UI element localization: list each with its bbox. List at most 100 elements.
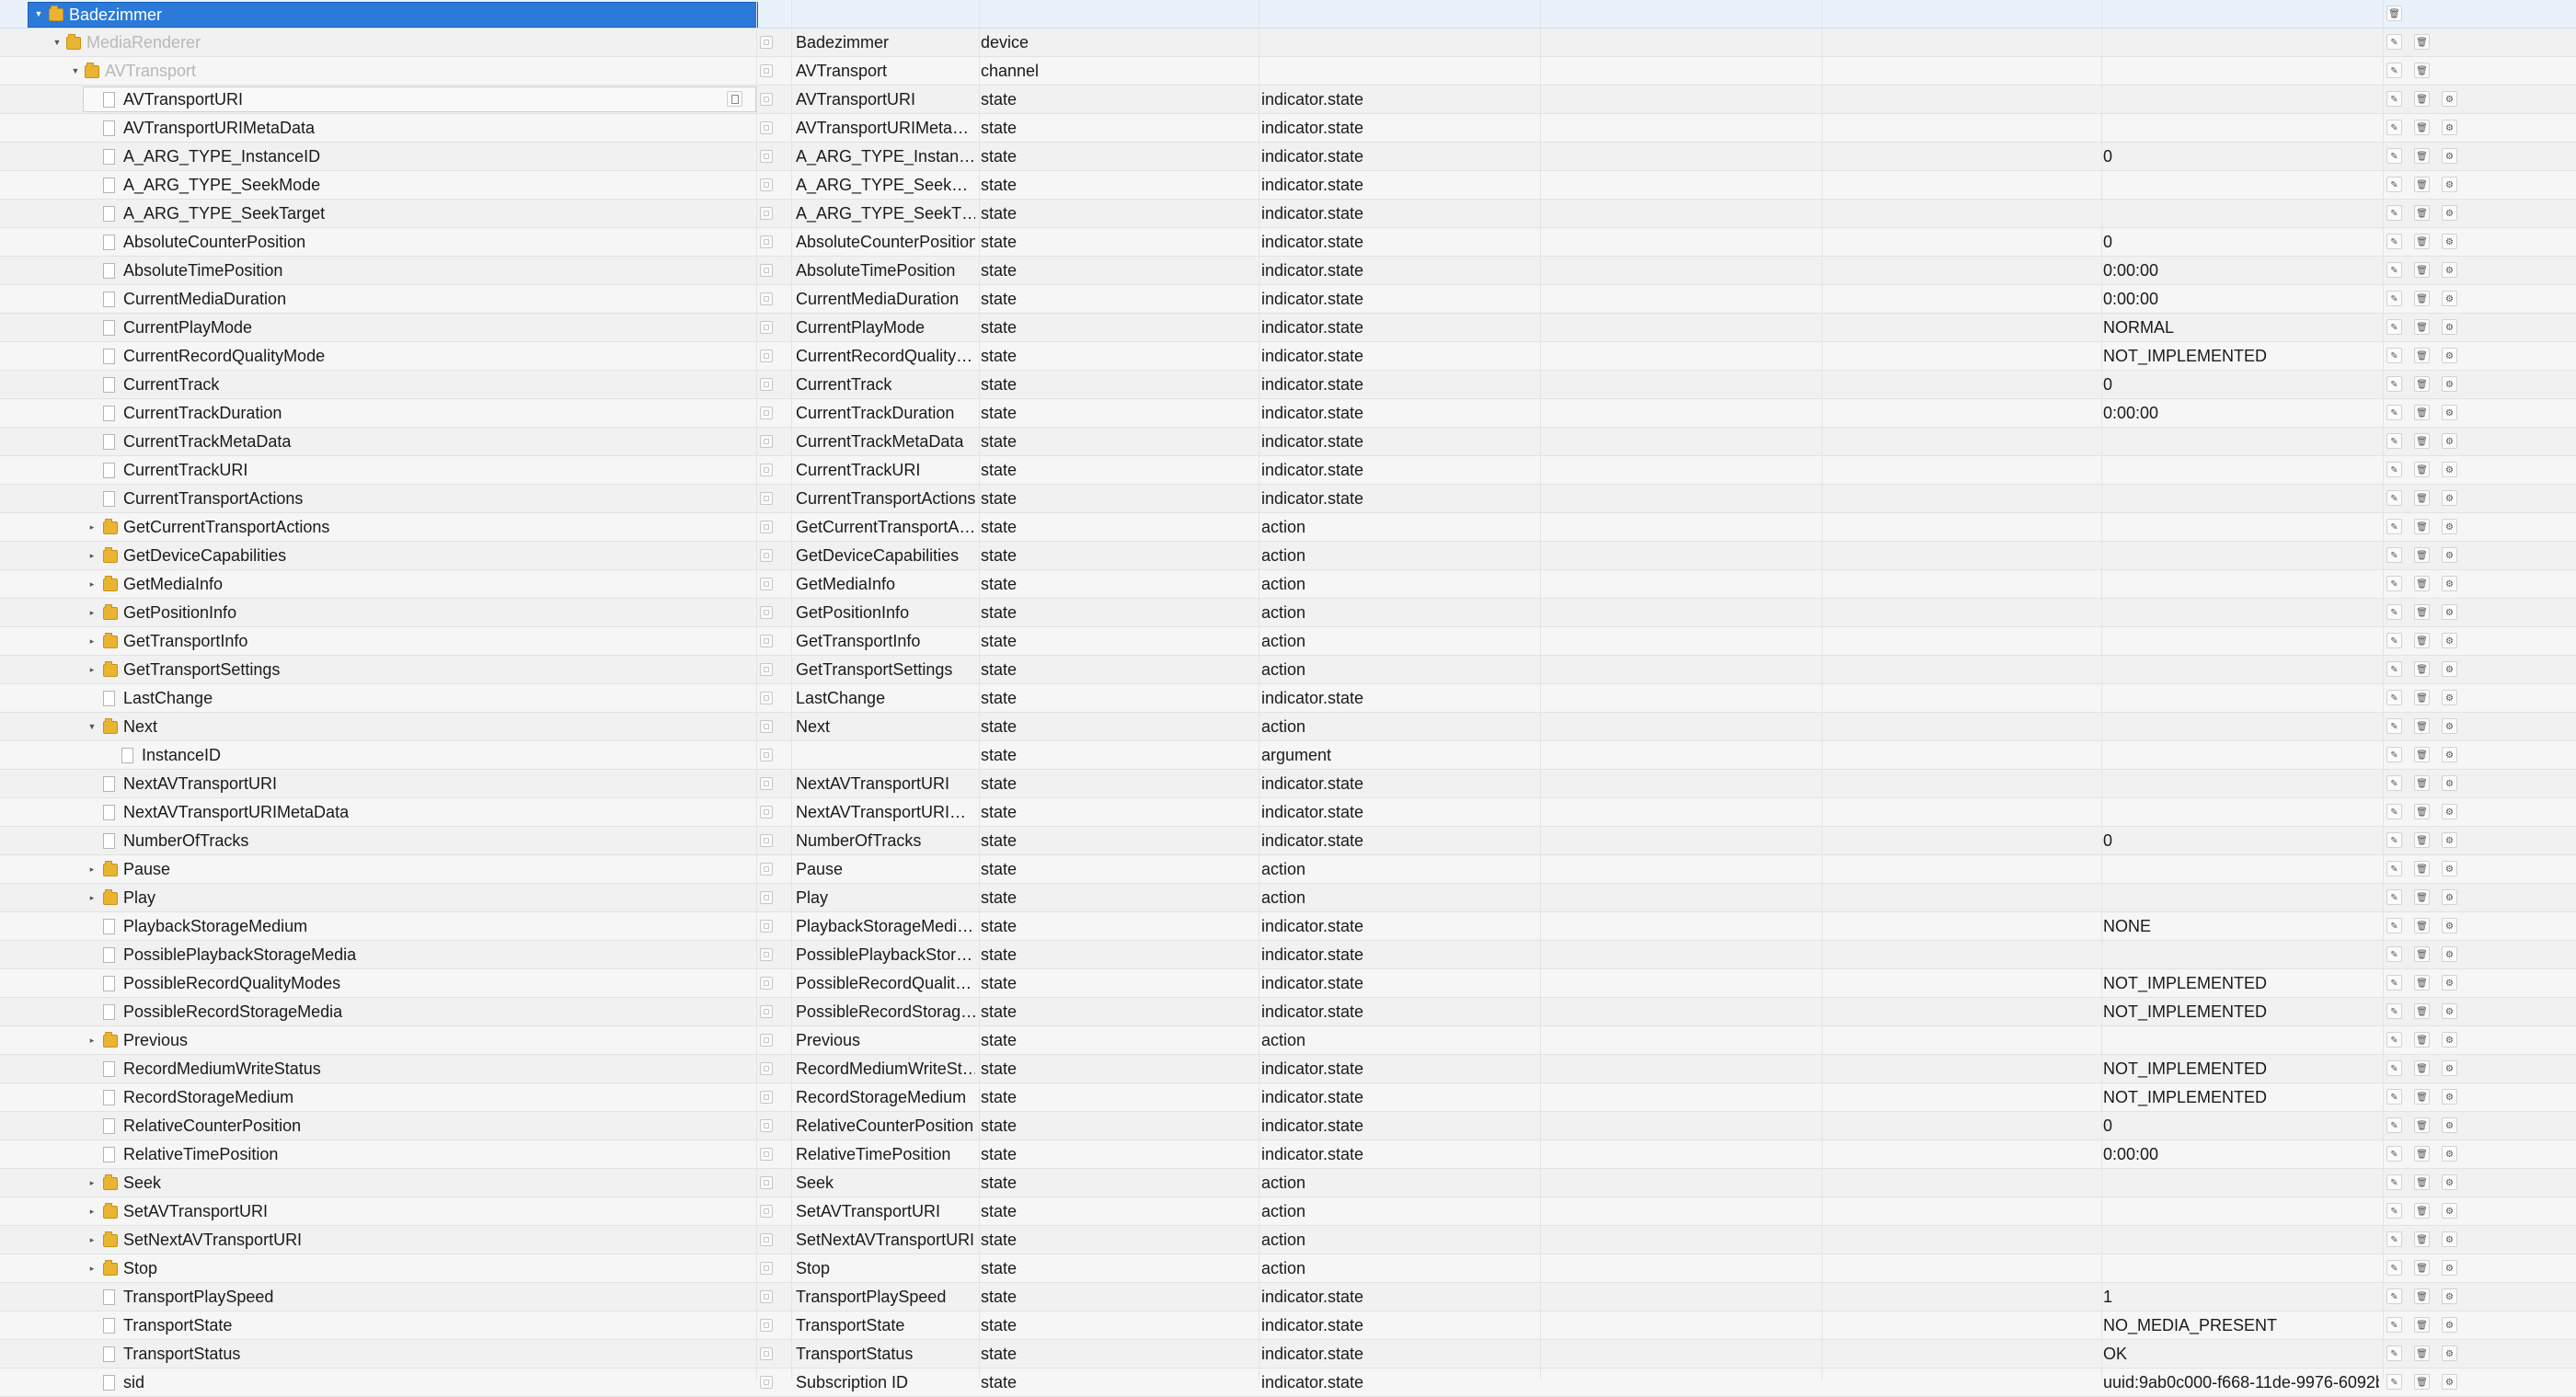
table-row[interactable]: ▼ Next Next state action ✎ 🗑 ⚙ — [0, 713, 2576, 741]
delete-icon[interactable]: 🗑 — [2414, 34, 2430, 50]
edit-icon[interactable]: ✎ — [2386, 576, 2402, 591]
settings-icon[interactable]: ⚙ — [2442, 1003, 2457, 1019]
settings-icon[interactable]: ⚙ — [2442, 832, 2457, 848]
edit-icon[interactable]: ✎ — [2386, 462, 2402, 477]
delete-icon[interactable]: 🗑 — [2414, 1317, 2430, 1333]
table-row[interactable]: ▸ GetMediaInfo GetMediaInfo state action ✎ 🗑 ⚙ — [0, 570, 2576, 599]
delete-icon[interactable]: 🗑 — [2414, 832, 2430, 848]
table-row[interactable]: TransportPlaySpeed TransportPlaySpeed stat… — [0, 1283, 2576, 1311]
table-row[interactable]: A_ARG_TYPE_SeekMode A_ARG_TYPE_Seek… state… — [0, 171, 2576, 200]
delete-icon[interactable]: 🗑 — [2414, 747, 2430, 762]
settings-icon[interactable]: ⚙ — [2442, 1374, 2457, 1390]
edit-icon[interactable]: ✎ — [2386, 348, 2402, 363]
settings-icon[interactable]: ⚙ — [2442, 1060, 2457, 1076]
settings-icon[interactable]: ⚙ — [2442, 1146, 2457, 1162]
edit-icon[interactable]: ✎ — [2386, 1117, 2402, 1133]
settings-icon[interactable]: ⚙ — [2442, 262, 2457, 278]
table-row[interactable]: ▸ SetAVTransportURI SetAVTransportURI state… — [0, 1197, 2576, 1226]
settings-icon[interactable]: ⚙ — [2442, 319, 2457, 335]
table-row[interactable]: NextAVTransportURI NextAVTransportURI stat… — [0, 770, 2576, 798]
edit-icon[interactable]: ✎ — [2386, 319, 2402, 335]
expand-icon[interactable]: ▸ — [86, 627, 98, 655]
edit-icon[interactable]: ✎ — [2386, 804, 2402, 819]
settings-icon[interactable]: ⚙ — [2442, 661, 2457, 677]
settings-icon[interactable]: ⚙ — [2442, 690, 2457, 705]
expand-icon[interactable]: ▸ — [86, 1226, 98, 1254]
table-row[interactable]: AVTransportURI AVTransportURI state indicat… — [0, 86, 2576, 114]
delete-icon[interactable]: 🗑 — [2414, 946, 2430, 962]
settings-icon[interactable]: ⚙ — [2442, 148, 2457, 164]
delete-icon[interactable]: 🗑 — [2414, 633, 2430, 648]
delete-icon[interactable]: 🗑 — [2414, 91, 2430, 107]
selected-root-node[interactable]: Badezimmer — [28, 2, 758, 28]
settings-icon[interactable]: ⚙ — [2442, 376, 2457, 392]
delete-icon[interactable]: 🗑 — [2414, 262, 2430, 278]
table-row[interactable]: NextAVTransportURIMetaData NextAVTranspor… — [0, 798, 2576, 827]
expand-icon[interactable]: ▸ — [86, 1197, 98, 1225]
table-row[interactable]: ▸ Seek Seek state action ✎ 🗑 ⚙ — [0, 1169, 2576, 1197]
table-row[interactable]: ▸ Stop Stop state action ✎ 🗑 ⚙ — [0, 1254, 2576, 1283]
delete-icon[interactable]: 🗑 — [2386, 6, 2402, 21]
edit-icon[interactable]: ✎ — [2386, 519, 2402, 534]
settings-icon[interactable]: ⚙ — [2442, 604, 2457, 620]
settings-icon[interactable]: ⚙ — [2442, 120, 2457, 135]
table-row[interactable]: TransportState TransportState state indicat… — [0, 1311, 2576, 1340]
settings-icon[interactable]: ⚙ — [2442, 433, 2457, 449]
delete-icon[interactable]: 🗑 — [2414, 1003, 2430, 1019]
settings-icon[interactable]: ⚙ — [2442, 462, 2457, 477]
table-row[interactable]: PossibleRecordQualityModes PossibleRecord… — [0, 969, 2576, 998]
edit-icon[interactable]: ✎ — [2386, 1174, 2402, 1190]
table-row[interactable]: ▸ GetTransportInfo GetTransportInfo state ac… — [0, 627, 2576, 656]
edit-icon[interactable]: ✎ — [2386, 747, 2402, 762]
delete-icon[interactable]: 🗑 — [2414, 576, 2430, 591]
edit-icon[interactable]: ✎ — [2386, 1032, 2402, 1048]
settings-icon[interactable]: ⚙ — [2442, 946, 2457, 962]
expand-icon[interactable]: ▸ — [86, 513, 98, 541]
edit-icon[interactable]: ✎ — [2386, 1288, 2402, 1304]
delete-icon[interactable]: 🗑 — [2414, 1032, 2430, 1048]
edit-icon[interactable]: ✎ — [2386, 1089, 2402, 1105]
edit-icon[interactable]: ✎ — [2386, 63, 2402, 78]
tree-row-channel[interactable]: ▼ AVTransport AVTransport channel ✎ 🗑 — [0, 57, 2576, 86]
delete-icon[interactable]: 🗑 — [2414, 604, 2430, 620]
expand-icon[interactable]: ▸ — [86, 542, 98, 569]
settings-icon[interactable]: ⚙ — [2442, 775, 2457, 791]
settings-icon[interactable]: ⚙ — [2442, 177, 2457, 192]
delete-icon[interactable]: 🗑 — [2414, 1089, 2430, 1105]
settings-icon[interactable]: ⚙ — [2442, 1260, 2457, 1276]
settings-icon[interactable]: ⚙ — [2442, 747, 2457, 762]
collapse-icon[interactable]: ▼ — [70, 57, 81, 85]
expand-icon[interactable]: ▸ — [86, 570, 98, 598]
table-row[interactable]: PossibleRecordStorageMedia PossibleRecord… — [0, 998, 2576, 1026]
delete-icon[interactable]: 🗑 — [2414, 1117, 2430, 1133]
table-row[interactable]: ▸ GetPositionInfo GetPositionInfo state acti… — [0, 599, 2576, 627]
settings-icon[interactable]: ⚙ — [2442, 1231, 2457, 1247]
table-row[interactable]: CurrentTrackMetaData CurrentTrackMetaData… — [0, 428, 2576, 456]
edit-icon[interactable]: ✎ — [2386, 861, 2402, 876]
delete-icon[interactable]: 🗑 — [2414, 1231, 2430, 1247]
edit-icon[interactable]: ✎ — [2386, 1231, 2402, 1247]
settings-icon[interactable]: ⚙ — [2442, 1032, 2457, 1048]
edit-icon[interactable]: ✎ — [2386, 490, 2402, 506]
settings-icon[interactable]: ⚙ — [2442, 1174, 2457, 1190]
expand-icon[interactable]: ▸ — [86, 656, 98, 683]
settings-icon[interactable]: ⚙ — [2442, 1317, 2457, 1333]
settings-icon[interactable]: ⚙ — [2442, 234, 2457, 249]
delete-icon[interactable]: 🗑 — [2414, 205, 2430, 221]
expand-icon[interactable]: ▸ — [86, 1169, 98, 1197]
delete-icon[interactable]: 🗑 — [2414, 1203, 2430, 1219]
edit-icon[interactable]: ✎ — [2386, 91, 2402, 107]
settings-icon[interactable]: ⚙ — [2442, 91, 2457, 107]
settings-icon[interactable]: ⚙ — [2442, 348, 2457, 363]
edit-icon[interactable]: ✎ — [2386, 433, 2402, 449]
edit-icon[interactable]: ✎ — [2386, 148, 2402, 164]
delete-icon[interactable]: 🗑 — [2414, 804, 2430, 819]
delete-icon[interactable]: 🗑 — [2414, 690, 2430, 705]
table-row[interactable]: sid Subscription ID state indicator.state uu… — [0, 1368, 2576, 1397]
edit-icon[interactable]: ✎ — [2386, 177, 2402, 192]
edit-icon[interactable]: ✎ — [2386, 1203, 2402, 1219]
table-row[interactable]: ▸ SetNextAVTransportURI SetNextAVTransport… — [0, 1226, 2576, 1254]
delete-icon[interactable]: 🗑 — [2414, 547, 2430, 563]
delete-icon[interactable]: 🗑 — [2414, 63, 2430, 78]
edit-icon[interactable]: ✎ — [2386, 1146, 2402, 1162]
